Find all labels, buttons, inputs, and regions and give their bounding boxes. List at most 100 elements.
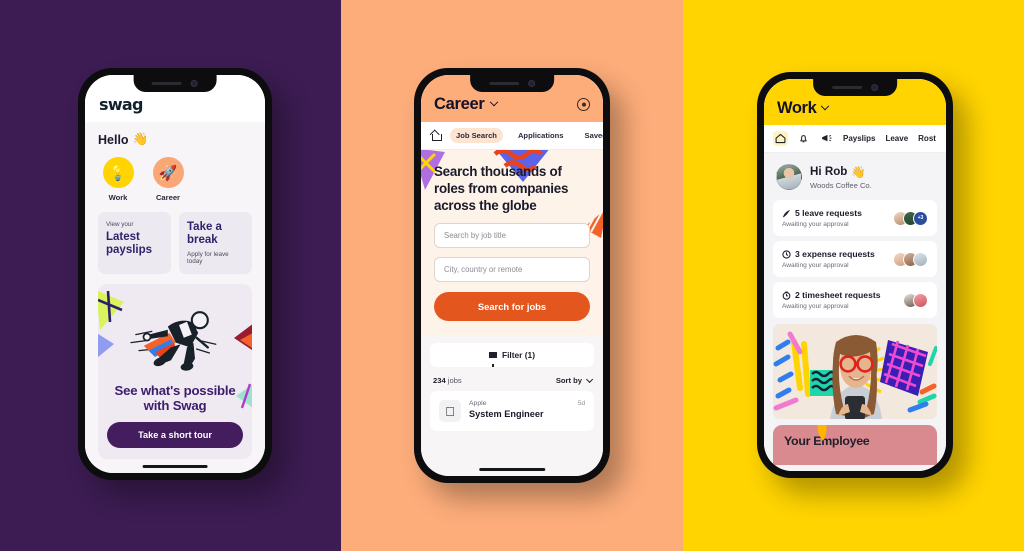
results-count-row: 234 jobs — [433, 376, 462, 385]
phone-notch — [813, 79, 897, 96]
earpiece-speaker — [489, 81, 519, 86]
tab-saved-jobs[interactable]: Saved J — [579, 128, 603, 143]
tile-take-a-break[interactable]: Take a break Apply for leave today — [179, 212, 252, 274]
phone-notch — [133, 75, 217, 92]
megaphone-icon[interactable] — [819, 131, 834, 146]
filter-label: Filter (1) — [501, 350, 536, 361]
account-icon[interactable] — [577, 98, 590, 111]
avatar-stack: +3 — [893, 210, 928, 226]
wave-emoji: 👋 — [851, 165, 866, 179]
wave-emoji: 👋 — [132, 132, 149, 146]
user-greeting: Hi Rob 👋 — [810, 165, 872, 179]
greeting-text: Hi Rob — [810, 165, 848, 178]
search-location-input[interactable]: City, country or remote — [434, 257, 590, 283]
avatar-stack — [903, 292, 928, 308]
request-card-expense[interactable]: 3 expense requests Awaiting your approva… — [773, 241, 937, 277]
woman-with-phone-photo — [773, 324, 937, 419]
rocket-rider-illustration — [107, 294, 243, 380]
chevron-down-icon — [489, 97, 498, 106]
search-for-jobs-button[interactable]: Search for jobs — [434, 292, 590, 322]
request-card-leave[interactable]: 5 leave requests Awaiting your approval … — [773, 200, 937, 236]
work-tab-bar: Payslips Leave Rost — [764, 125, 946, 153]
career-hero: Search thousands of roles from companies… — [421, 150, 603, 336]
promo-title: See what's possible with Swag — [114, 382, 236, 414]
phone-mockup-work: Work Payslips Leave Rost Hi Rob 👋 Woods … — [757, 72, 953, 478]
sort-by-label: Sort by — [555, 376, 582, 386]
avatar — [776, 164, 802, 190]
timesheet-icon — [782, 291, 791, 300]
hero-heading: Search thousands of roles from companies… — [434, 164, 569, 213]
employee-promo-title: Your Employee — [784, 434, 870, 448]
job-age: 5d — [577, 400, 585, 408]
expense-icon — [782, 249, 791, 259]
job-title: System Engineer — [469, 409, 544, 420]
tab-roster[interactable]: Rost — [917, 134, 937, 143]
shortcut-work[interactable]: 💡 Work — [100, 157, 136, 202]
shortcut-row: 💡 Work 🚀 Career — [98, 155, 252, 212]
work-title-dropdown[interactable]: Work — [777, 99, 933, 118]
front-camera-icon — [871, 84, 878, 91]
request-title: 2 timesheet requests — [795, 290, 881, 300]
request-title: 5 leave requests — [795, 208, 862, 218]
tile-title: Take a break — [187, 221, 222, 246]
avatar — [913, 251, 928, 267]
greeting-text: Hello — [98, 132, 129, 147]
request-title-row: 3 expense requests — [782, 249, 893, 259]
filter-icon — [488, 352, 497, 368]
rocket-icon: 🚀 — [152, 157, 184, 188]
phone-mockup-swag-home: swag Hello 👋 💡 Work 🚀 Career View your L… — [78, 68, 272, 480]
lightbulb-icon: 💡 — [102, 157, 134, 188]
confetti-shape-yellow — [817, 425, 827, 441]
bell-icon[interactable] — [796, 131, 811, 146]
company-name: Woods Coffee Co. — [810, 180, 872, 190]
swag-logo: swag — [99, 95, 143, 114]
avatar-overflow-count: +3 — [913, 210, 928, 226]
request-subtitle: Awaiting your approval — [782, 262, 849, 269]
request-subtitle: Awaiting your approval — [782, 221, 849, 228]
tile-title: Latest payslips — [106, 231, 153, 256]
page-title: Work — [777, 99, 817, 117]
results-meta-row: 234 jobs Sort by — [421, 367, 603, 391]
front-camera-icon — [190, 80, 198, 87]
tab-leave[interactable]: Leave — [884, 134, 909, 143]
request-title-row: 2 timesheet requests — [782, 290, 903, 300]
career-tab-bar: Job Search Applications Saved J — [421, 122, 603, 150]
results-unit: jobs — [447, 376, 462, 386]
tab-applications[interactable]: Applications — [512, 128, 570, 143]
take-a-short-tour-button[interactable]: Take a short tour — [107, 422, 243, 449]
results-count: 234 — [433, 376, 446, 386]
home-icon[interactable] — [431, 131, 442, 141]
promo-card: See what's possible with Swag Take a sho… — [98, 283, 252, 460]
employee-promo-card[interactable]: Your Employee — [773, 425, 937, 465]
career-screen: Career Job Search Applications Saved J — [421, 75, 603, 476]
user-greeting-row: Hi Rob 👋 Woods Coffee Co. — [764, 153, 946, 200]
swag-home-screen: swag Hello 👋 💡 Work 🚀 Career View your L… — [85, 75, 265, 473]
filter-button[interactable]: Filter (1) — [430, 343, 594, 368]
avatar — [913, 292, 928, 308]
shortcut-career-label: Career — [155, 193, 181, 202]
chevron-down-icon — [586, 376, 594, 384]
shortcut-work-label: Work — [108, 193, 128, 202]
phone-notch — [470, 75, 554, 92]
tile-subtitle: Apply for leave today — [187, 250, 229, 265]
search-job-title-input[interactable]: Search by job title — [434, 223, 590, 249]
work-screen: Work Payslips Leave Rost Hi Rob 👋 Woods … — [764, 79, 946, 471]
career-title-dropdown[interactable]: Career — [434, 95, 498, 114]
job-list-item[interactable]:  Apple System Engineer 5d — [430, 391, 594, 432]
leave-icon — [782, 209, 791, 217]
request-title-row: 5 leave requests — [782, 208, 893, 218]
tile-latest-payslips[interactable]: View your Latest payslips — [98, 212, 171, 274]
quick-action-tiles: View your Latest payslips Take a break A… — [98, 212, 252, 284]
tab-payslips[interactable]: Payslips — [842, 134, 876, 143]
avatar-stack — [893, 251, 928, 267]
request-card-timesheet[interactable]: 2 timesheet requests Awaiting your appro… — [773, 282, 937, 318]
request-title: 3 expense requests — [795, 249, 875, 259]
shortcut-career[interactable]: 🚀 Career — [150, 157, 186, 202]
chevron-down-icon — [821, 101, 830, 110]
request-subtitle: Awaiting your approval — [782, 303, 849, 310]
home-indicator — [142, 464, 208, 468]
tab-job-search[interactable]: Job Search — [450, 128, 503, 143]
sort-by-dropdown[interactable]: Sort by — [555, 376, 594, 386]
page-title: Career — [434, 95, 485, 113]
home-icon[interactable] — [773, 131, 788, 146]
